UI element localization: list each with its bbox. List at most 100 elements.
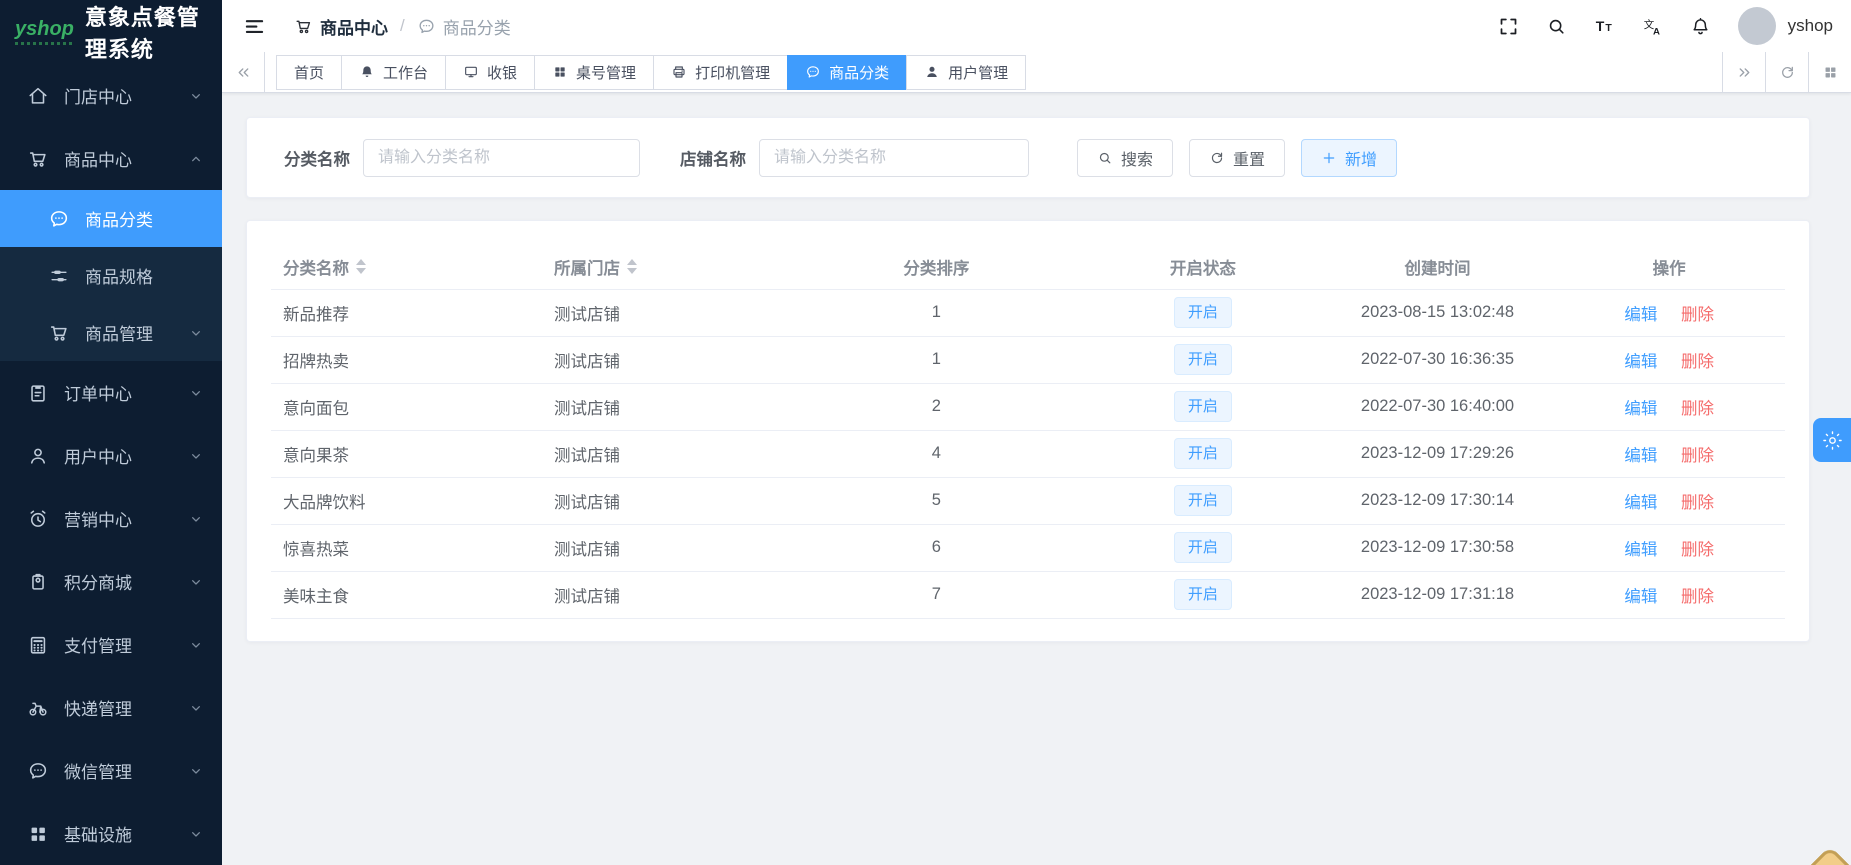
sidebar-item-label: 商品规格 [85,263,204,288]
chevron-down-icon [188,325,204,341]
table-column-header[interactable]: 分类排序 [789,245,1084,289]
breadcrumb-section[interactable]: 商品中心 [320,14,388,39]
tab[interactable]: 首页 [276,55,342,90]
edit-link[interactable]: 编辑 [1624,353,1657,371]
sidebar-item[interactable]: 商品规格 [0,247,222,304]
clock-icon [27,508,49,530]
sidebar-item[interactable]: 营销中心 [0,487,222,550]
sidebar-item[interactable]: 商品管理 [0,304,222,361]
table-row: 惊喜热菜 测试店铺 6 开启 2023-12-09 17:30:58 编辑 删除 [271,524,1785,571]
tabs-bar: 首页 工作台 收银 桌号管理 打印机管理 [222,52,1851,93]
delete-link[interactable]: 删除 [1681,588,1714,606]
bell-icon[interactable] [1690,16,1711,37]
column-label: 操作 [1653,255,1686,279]
user-icon [27,445,49,467]
breadcrumb-separator: / [400,16,405,36]
category-name-input[interactable] [363,139,640,177]
sidebar-item[interactable]: 商品分类 [0,190,222,247]
chevron-down-icon [188,385,204,401]
button-label: 搜索 [1121,146,1153,170]
cell-category-name: 招牌热卖 [271,336,542,383]
sidebar-item[interactable]: 订单中心 [0,361,222,424]
table-column-header[interactable]: 操作 [1553,245,1785,289]
cell-sort: 6 [789,524,1084,571]
plus-icon [1321,150,1337,166]
table-row: 意向果茶 测试店铺 4 开启 2023-12-09 17:29:26 编辑 删除 [271,430,1785,477]
tab-label: 打印机管理 [695,62,770,83]
sidebar-item[interactable]: 支付管理 [0,613,222,676]
hamburger-icon[interactable] [243,15,266,38]
grid-filled-icon [1822,64,1839,81]
table-column-header[interactable]: 创建时间 [1322,245,1554,289]
delete-link[interactable]: 删除 [1681,541,1714,559]
calculator-icon [27,634,49,656]
status-badge: 开启 [1174,297,1232,328]
tabs-scroll-left-button[interactable] [222,52,265,92]
tab[interactable]: 桌号管理 [534,55,654,90]
cell-store: 测试店铺 [542,430,789,477]
sidebar-item[interactable]: 基础设施 [0,802,222,865]
cell-created: 2022-07-30 16:36:35 [1322,336,1554,383]
store-name-input[interactable] [759,139,1029,177]
tab-label: 收银 [487,62,517,83]
delete-link[interactable]: 删除 [1681,494,1714,512]
delete-link[interactable]: 删除 [1681,400,1714,418]
gear-icon [1822,430,1843,451]
breadcrumb: 商品中心 / 商品分类 [294,14,511,39]
tab[interactable]: 工作台 [341,55,446,90]
form-button[interactable]: 重置 [1189,139,1285,177]
edit-link[interactable]: 编辑 [1624,494,1657,512]
edit-link[interactable]: 编辑 [1624,306,1657,324]
sidebar-item[interactable]: 快递管理 [0,676,222,739]
fontsize-icon[interactable]: TT [1594,16,1615,37]
double-left-icon [235,64,252,81]
delete-link[interactable]: 删除 [1681,353,1714,371]
delete-link[interactable]: 删除 [1681,447,1714,465]
sidebar-item[interactable]: 用户中心 [0,424,222,487]
sort-carets-icon[interactable] [627,259,637,274]
sidebar-item[interactable]: 商品中心 [0,127,222,190]
cell-store: 测试店铺 [542,383,789,430]
layout-panel-button[interactable] [1808,52,1851,92]
status-badge: 开启 [1174,391,1232,422]
form-button[interactable]: 新增 [1301,139,1397,177]
cell-sort: 2 [789,383,1084,430]
fullscreen-icon[interactable] [1498,16,1519,37]
table-row: 新品推荐 测试店铺 1 开启 2023-08-15 13:02:48 编辑 删除 [271,289,1785,336]
edit-link[interactable]: 编辑 [1624,588,1657,606]
refresh-icon [1779,64,1796,81]
order-icon [27,382,49,404]
refresh-tab-button[interactable] [1765,52,1808,92]
table-column-header[interactable]: 分类名称 [271,245,542,289]
form-button[interactable]: 搜索 [1077,139,1173,177]
sidebar-item[interactable]: 门店中心 [0,64,222,127]
search-form: 分类名称 店铺名称 搜索 重置 新增 [246,117,1810,198]
search-icon[interactable] [1546,16,1567,37]
tab-label: 工作台 [383,62,428,83]
avatar[interactable] [1738,7,1776,45]
table-column-header[interactable]: 开启状态 [1084,245,1322,289]
tab[interactable]: 收银 [445,55,535,90]
sidebar-item[interactable]: 积分商城 [0,550,222,613]
cell-category-name: 惊喜热菜 [271,524,542,571]
edit-link[interactable]: 编辑 [1624,447,1657,465]
translate-icon[interactable]: 文A [1642,16,1663,37]
chevron-down-icon [188,511,204,527]
column-label: 分类名称 [283,255,349,279]
tabs-scroll-right-button[interactable] [1722,52,1765,92]
double-right-icon [1736,64,1753,81]
edit-link[interactable]: 编辑 [1624,400,1657,418]
sidebar-item[interactable]: 微信管理 [0,739,222,802]
delete-link[interactable]: 删除 [1681,306,1714,324]
tab[interactable]: 商品分类 [787,55,907,90]
category-name-label: 分类名称 [284,146,350,170]
sort-carets-icon[interactable] [356,259,366,274]
tab[interactable]: 打印机管理 [653,55,788,90]
edit-link[interactable]: 编辑 [1624,541,1657,559]
category-table: 分类名称 所属门店 [271,245,1785,619]
yshop-logo: yshop [15,19,74,45]
settings-fab[interactable] [1813,418,1851,462]
cell-sort: 7 [789,571,1084,618]
table-column-header[interactable]: 所属门店 [542,245,789,289]
tab[interactable]: 用户管理 [906,55,1026,90]
